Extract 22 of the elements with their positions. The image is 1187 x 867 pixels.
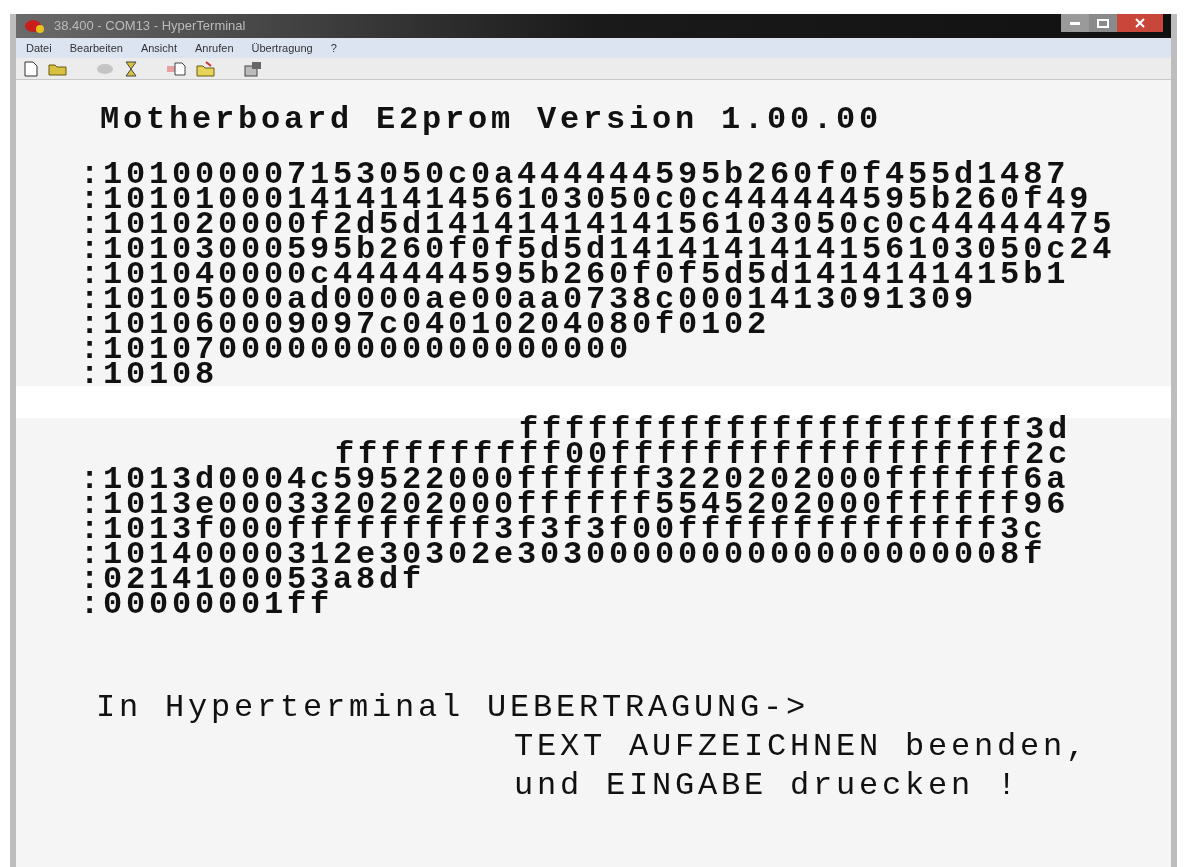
menu-item[interactable]: Anrufen	[195, 39, 234, 57]
hex-record-line: :10107000000000000000000	[80, 338, 633, 361]
app-icon	[24, 18, 46, 34]
properties-icon[interactable]	[244, 60, 262, 77]
menu-item[interactable]: Übertragung	[251, 39, 313, 57]
minimize-button[interactable]	[1061, 14, 1089, 32]
send-icon[interactable]	[166, 61, 186, 76]
maximize-icon	[1097, 18, 1109, 28]
menu-item[interactable]: Bearbeiten	[69, 39, 123, 57]
menu-item[interactable]: Ansicht	[140, 39, 177, 57]
hourglass-icon[interactable]	[124, 60, 138, 77]
window-title: 38.400 - COM13 - HyperTerminal	[54, 17, 246, 36]
minimize-icon	[1070, 21, 1080, 25]
close-button[interactable]	[1117, 14, 1163, 32]
new-document-icon[interactable]	[24, 60, 38, 77]
close-icon	[1135, 18, 1145, 28]
maximize-button[interactable]	[1089, 14, 1117, 32]
hex-record-line: :10108	[80, 363, 219, 386]
folder-icon[interactable]	[48, 61, 68, 76]
menu-item[interactable]: Datei	[26, 39, 52, 57]
menu-item[interactable]: ?	[330, 39, 337, 57]
receive-icon[interactable]	[196, 60, 216, 77]
